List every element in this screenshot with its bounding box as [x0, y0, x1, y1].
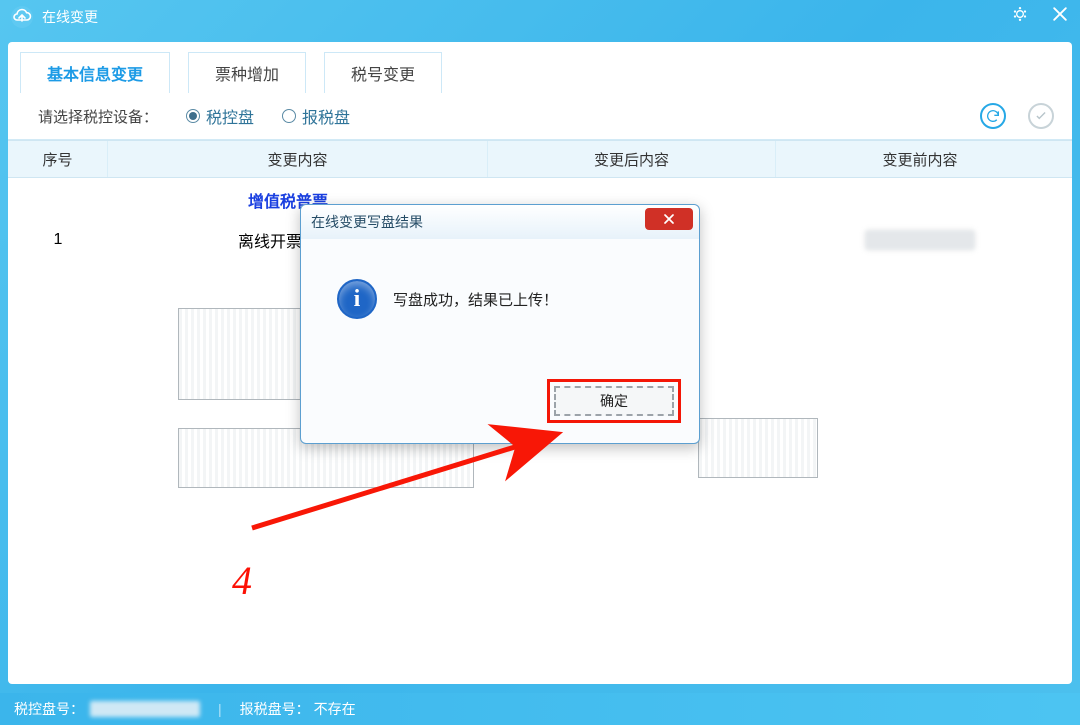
info-icon: i — [337, 279, 377, 319]
device-select-row: 请选择税控设备： 税控盘 报税盘 — [8, 93, 1072, 140]
dialog-message: 写盘成功，结果已上传！ — [393, 289, 558, 310]
annotation-highlight: 确定 — [547, 379, 681, 423]
tab-basic-info[interactable]: 基本信息变更 — [20, 52, 170, 93]
col-after: 变更后内容 — [488, 141, 776, 177]
status-bar: 税控盘号： | 报税盘号： 不存在 — [0, 693, 1080, 725]
tabs-row: 基本信息变更 票种增加 税号变更 — [8, 42, 1072, 93]
dialog-title-text: 在线变更写盘结果 — [311, 212, 423, 232]
table-header: 序号 变更内容 变更后内容 变更前内容 — [8, 140, 1072, 178]
dialog-close-button[interactable] — [645, 208, 693, 230]
cloud-icon — [10, 5, 34, 29]
radio-tax-disk[interactable]: 税控盘 — [186, 104, 254, 128]
window-title-bar: 在线变更 — [0, 0, 1080, 34]
radio-label: 税控盘 — [206, 104, 254, 128]
radio-report-disk[interactable]: 报税盘 — [282, 104, 350, 128]
refresh-button[interactable] — [980, 103, 1006, 129]
dialog-title-bar[interactable]: 在线变更写盘结果 — [301, 205, 699, 239]
panel-box — [698, 418, 818, 478]
footer-report-disk-label: 报税盘号： — [240, 699, 310, 719]
confirm-circle-button[interactable] — [1028, 103, 1054, 129]
cell-index: 1 — [8, 231, 108, 249]
col-index: 序号 — [8, 141, 108, 177]
tab-tax-id-change[interactable]: 税号变更 — [324, 52, 442, 93]
redacted-value — [90, 701, 200, 717]
device-label: 请选择税控设备： — [38, 106, 158, 127]
settings-icon[interactable] — [1010, 4, 1030, 30]
window-title: 在线变更 — [42, 7, 1010, 27]
footer-report-disk-value: 不存在 — [314, 699, 356, 719]
result-dialog: 在线变更写盘结果 i 写盘成功，结果已上传！ 确定 — [300, 204, 700, 444]
annotation-step-number: 4 — [232, 557, 252, 604]
col-before: 变更前内容 — [776, 141, 1064, 177]
confirm-button[interactable]: 确定 — [554, 386, 674, 416]
radio-label: 报税盘 — [302, 104, 350, 128]
close-icon[interactable] — [1050, 4, 1070, 30]
col-change-item: 变更内容 — [108, 141, 488, 177]
redacted-before — [865, 230, 975, 250]
tab-add-ticket-type[interactable]: 票种增加 — [188, 52, 306, 93]
footer-tax-disk-label: 税控盘号： — [14, 699, 84, 719]
